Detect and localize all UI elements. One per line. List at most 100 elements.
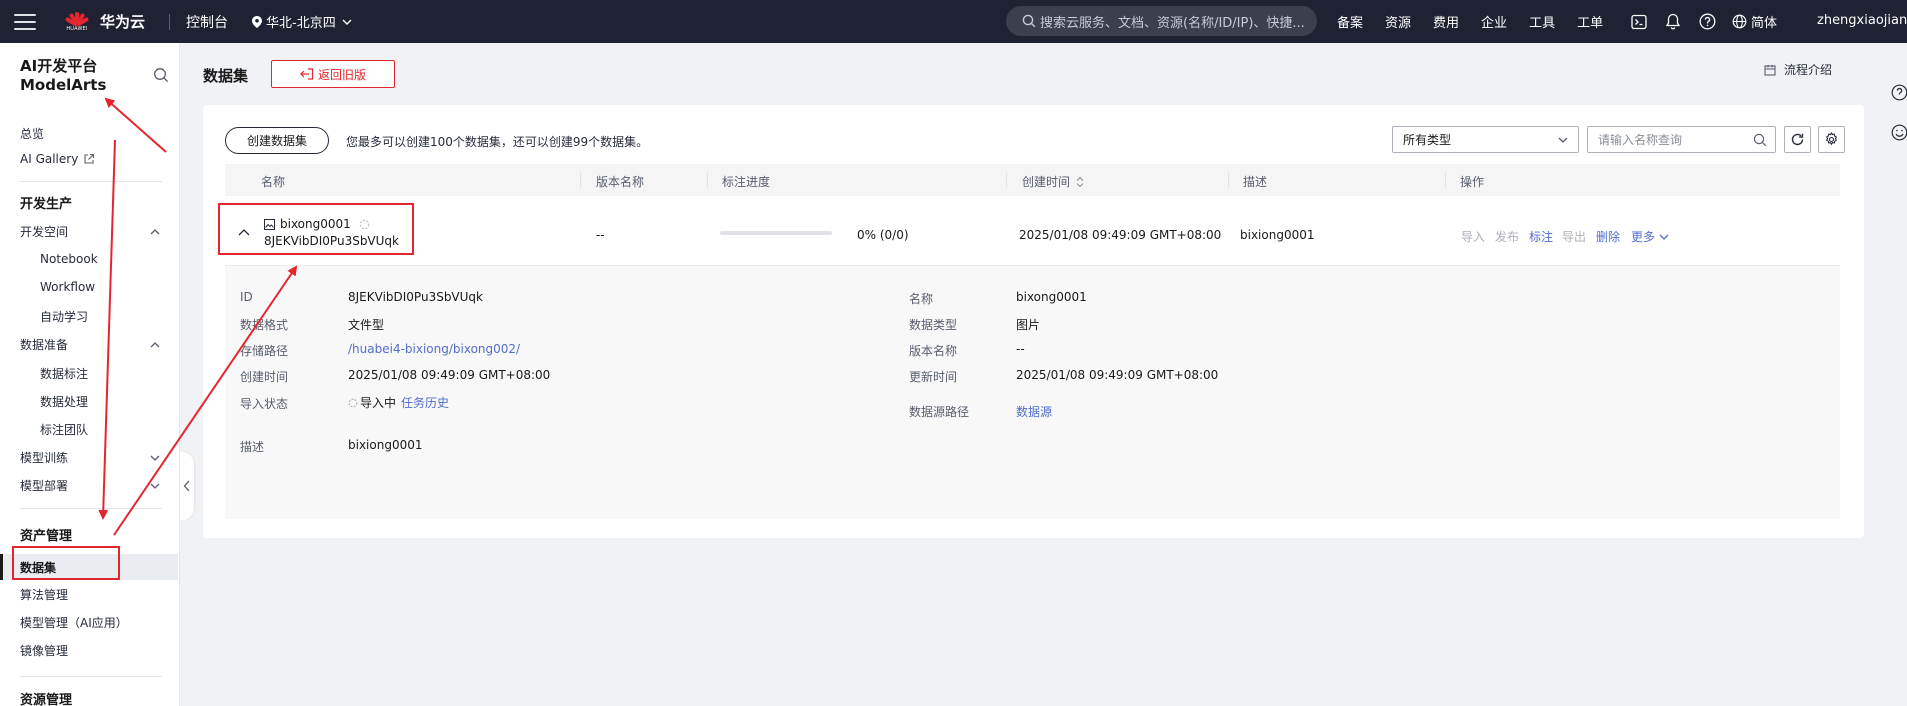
terminal-icon[interactable]: [1630, 13, 1648, 31]
dataset-detail-panel: ID 8JEKVibDI0Pu3SbVUqk 数据格式 文件型 存储路径 /hu…: [225, 265, 1840, 519]
top-nav-icons: 简体: [1630, 0, 1777, 43]
detail-id-label: ID: [240, 290, 253, 304]
gear-icon: [1825, 132, 1838, 146]
region-selector[interactable]: 华北-北京四: [252, 12, 352, 31]
sidebar-title-line1: AI开发平台: [20, 57, 98, 75]
data-source-link[interactable]: 数据源: [1016, 403, 1052, 420]
task-history-link[interactable]: 任务历史: [401, 394, 449, 411]
sidebar-collapse-toggle[interactable]: [180, 452, 194, 520]
sidebar-item-data-labeling[interactable]: 数据标注: [40, 365, 88, 382]
chevron-up-icon[interactable]: [150, 227, 160, 237]
feedback-smile-icon[interactable]: [1891, 124, 1907, 141]
sidebar-active-indicator: [0, 554, 3, 580]
label-action[interactable]: 标注: [1529, 228, 1553, 245]
column-header-created[interactable]: 创建时间: [1022, 173, 1085, 190]
nav-resources[interactable]: 资源: [1385, 12, 1411, 31]
sidebar-item-dev-space[interactable]: 开发空间: [20, 223, 68, 240]
chevron-down-icon[interactable]: [150, 453, 160, 463]
sidebar-item-model-deploy[interactable]: 模型部署: [20, 477, 68, 494]
column-header-version: 版本名称: [596, 175, 645, 189]
nav-enterprise[interactable]: 企业: [1481, 12, 1507, 31]
annotation-box-sidebar-datasets: [12, 546, 120, 580]
import-action[interactable]: 导入: [1461, 228, 1485, 245]
detail-updated-label: 更新时间: [909, 370, 958, 384]
sidebar-item-algorithm-mgmt[interactable]: 算法管理: [20, 586, 68, 603]
column-header-name: 名称: [261, 175, 286, 189]
publish-action[interactable]: 发布: [1495, 228, 1519, 245]
sidebar-item-workflow[interactable]: Workflow: [40, 280, 95, 294]
chevron-left-icon: [183, 480, 190, 492]
annotation-box-dataset: [218, 203, 414, 255]
detail-name-label: 名称: [909, 292, 934, 306]
sidebar-item-model-mgmt[interactable]: 模型管理（AI应用）: [20, 614, 128, 631]
detail-updated-value: 2025/01/08 09:49:09 GMT+08:00: [1016, 368, 1219, 382]
detail-path-label: 存储路径: [240, 344, 289, 358]
column-header-created-label: 创建时间: [1022, 175, 1071, 189]
dataset-created-time: 2025/01/08 09:49:09 GMT+08:00: [1019, 228, 1222, 242]
chevron-down-icon[interactable]: [150, 481, 160, 491]
refresh-button[interactable]: [1784, 126, 1811, 153]
sidebar-item-image-mgmt[interactable]: 镜像管理: [20, 642, 68, 659]
divider: [20, 676, 162, 677]
labeling-progress-track: [720, 231, 832, 235]
back-to-old-version-button[interactable]: 返回旧版: [271, 60, 395, 88]
sidebar-item-ai-gallery[interactable]: AI Gallery: [20, 152, 95, 166]
sidebar-title: AI开发平台 ModelArts: [20, 57, 106, 95]
name-search-input[interactable]: [1598, 132, 1738, 147]
globe-icon: [1732, 14, 1747, 29]
more-actions-dropdown[interactable]: 更多: [1631, 228, 1669, 245]
flow-intro-link[interactable]: 流程介绍: [1764, 61, 1832, 78]
sidebar-title-line2: ModelArts: [20, 76, 107, 94]
name-search-field[interactable]: [1587, 126, 1776, 153]
sidebar-item-auto-learning[interactable]: 自动学习: [40, 308, 88, 325]
nav-billing[interactable]: 费用: [1433, 12, 1459, 31]
help-icon[interactable]: [1891, 84, 1907, 101]
sidebar-item-overview[interactable]: 总览: [20, 125, 44, 142]
storage-path-link[interactable]: /huabei4-bixiong/bixong002/: [348, 342, 520, 356]
search-icon[interactable]: [1753, 133, 1767, 147]
menu-icon[interactable]: [14, 13, 36, 30]
region-label: 华北-北京四: [266, 16, 336, 31]
huawei-cloud-logo[interactable]: HUAWEI 华为云: [64, 11, 145, 33]
export-action[interactable]: 导出: [1562, 228, 1586, 245]
sidebar-item-data-processing[interactable]: 数据处理: [40, 393, 88, 410]
divider: [20, 508, 162, 509]
nav-tickets[interactable]: 工单: [1577, 12, 1603, 31]
page-title: 数据集: [203, 67, 249, 85]
detail-created-label: 创建时间: [240, 370, 289, 384]
help-icon[interactable]: [1698, 13, 1716, 31]
sidebar-item-model-training[interactable]: 模型训练: [20, 449, 68, 466]
sidebar-item-notebook[interactable]: Notebook: [40, 252, 98, 266]
sidebar-item-labeling-team[interactable]: 标注团队: [40, 421, 88, 438]
console-link[interactable]: 控制台: [186, 12, 228, 32]
table-header: 名称 版本名称 标注进度 创建时间 描述 操作: [225, 164, 1840, 196]
location-pin-icon: [252, 15, 263, 28]
settings-button[interactable]: [1818, 126, 1845, 153]
global-search-input[interactable]: 搜索云服务、文档、资源(名称/ID/IP)、快捷...: [1006, 6, 1317, 36]
more-actions-label: 更多: [1631, 230, 1656, 244]
detail-version-label: 版本名称: [909, 344, 958, 358]
sidebar-group-resource-mgmt: 资源管理: [20, 693, 73, 706]
sidebar-item-data-prep[interactable]: 数据准备: [20, 336, 68, 353]
search-icon[interactable]: [153, 67, 169, 83]
flow-intro-label: 流程介绍: [1784, 63, 1833, 77]
column-header-actions: 操作: [1460, 175, 1485, 189]
huawei-logo-icon: HUAWEI: [64, 11, 90, 33]
language-selector[interactable]: 简体: [1732, 12, 1777, 31]
chevron-up-icon[interactable]: [150, 340, 160, 350]
nav-tools[interactable]: 工具: [1529, 12, 1555, 31]
type-filter-select[interactable]: 所有类型: [1392, 126, 1579, 153]
nav-filing[interactable]: 备案: [1337, 12, 1363, 31]
sidebar-group-dev-production: 开发生产: [20, 197, 73, 212]
quota-text: 您最多可以创建100个数据集，还可以创建99个数据集。: [346, 135, 649, 149]
language-label: 简体: [1751, 16, 1778, 31]
import-status: 导入中: [348, 394, 396, 411]
calendar-icon: [1764, 64, 1776, 76]
username-menu[interactable]: zhengxiaojian: [1817, 13, 1907, 28]
delete-action[interactable]: 删除: [1596, 228, 1620, 245]
column-divider: [1445, 173, 1446, 187]
create-dataset-button[interactable]: 创建数据集: [225, 127, 329, 154]
bell-icon[interactable]: [1664, 13, 1682, 31]
column-divider: [580, 173, 581, 187]
dataset-version: --: [596, 228, 605, 242]
